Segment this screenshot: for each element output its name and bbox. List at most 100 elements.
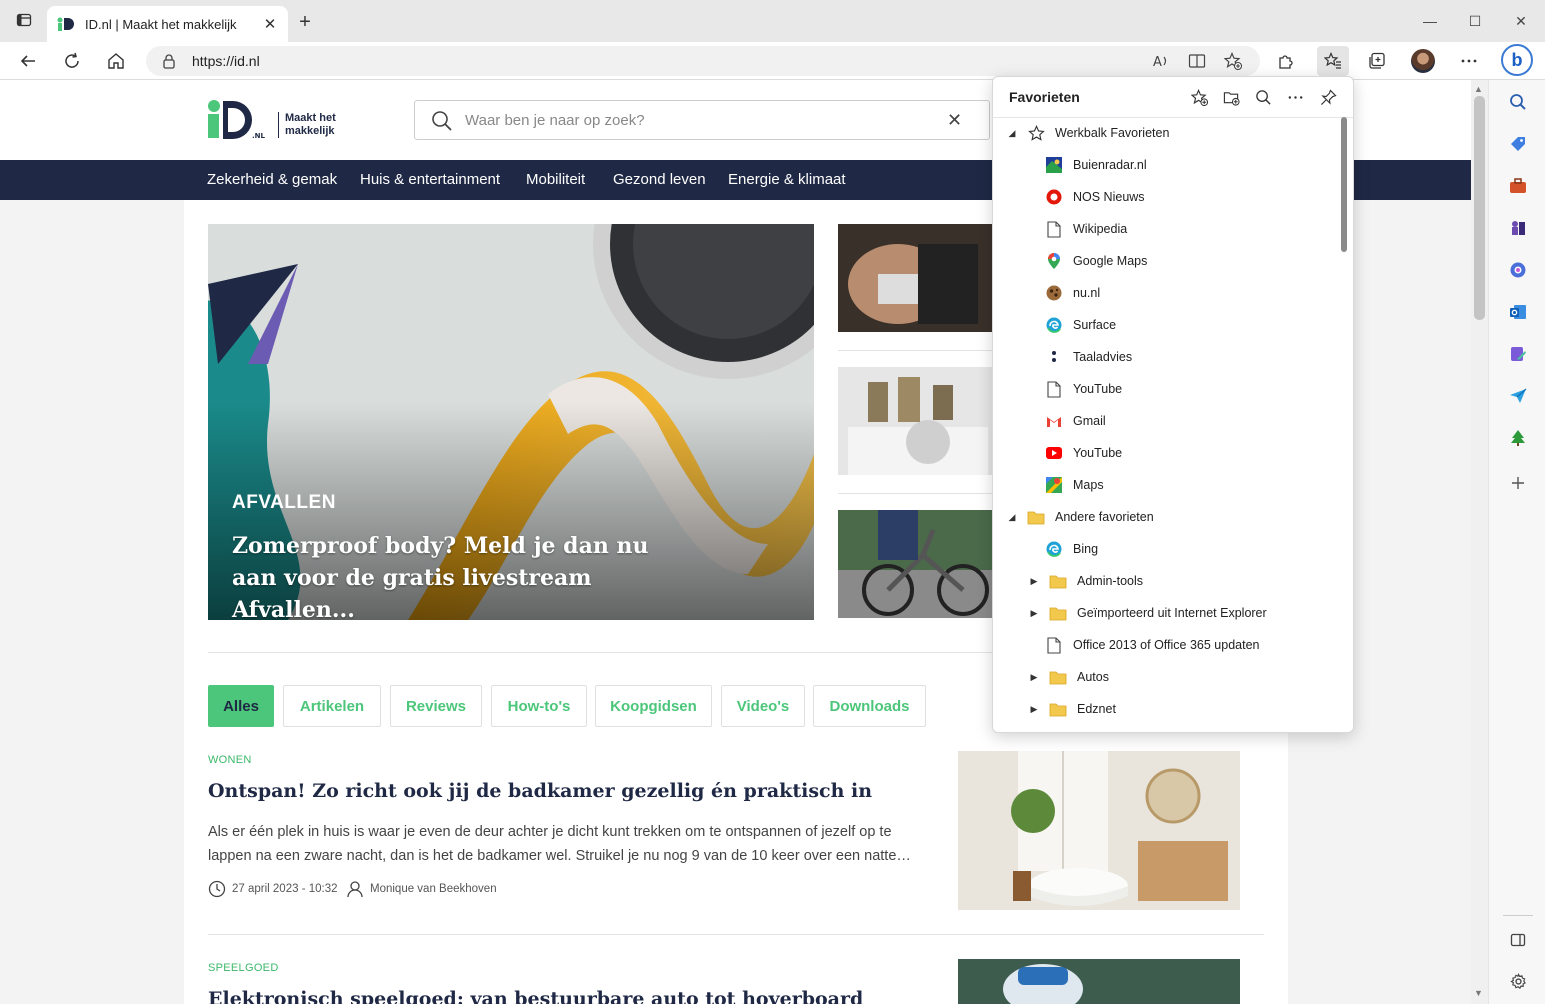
clear-search-icon[interactable]: ✕ <box>947 111 965 129</box>
favorites-icon[interactable] <box>1317 46 1349 76</box>
favorite-item[interactable]: Bing <box>1045 533 1098 565</box>
microsoft-365-icon[interactable] <box>1508 260 1528 280</box>
immersive-reader-icon[interactable] <box>1187 51 1207 71</box>
nav-item-energie[interactable]: Energie & klimaat <box>728 171 846 188</box>
favorite-item[interactable]: Wikipedia <box>1045 213 1127 245</box>
shopping-icon[interactable] <box>1508 134 1528 154</box>
more-options-icon[interactable] <box>1285 87 1305 107</box>
add-favorite-icon[interactable] <box>1223 51 1243 71</box>
article-category[interactable]: SPEELGOED <box>208 962 279 974</box>
favorite-item[interactable]: Office 2013 of Office 365 updaten <box>1045 629 1259 661</box>
add-sidebar-app-icon[interactable] <box>1508 473 1528 493</box>
tools-icon[interactable] <box>1508 176 1528 196</box>
minimize-icon[interactable]: — <box>1421 12 1439 30</box>
scroll-down-icon[interactable]: ▼ <box>1474 988 1483 998</box>
thumb-article-1[interactable] <box>838 224 998 332</box>
expand-arrow-icon[interactable]: ▶ <box>1027 704 1041 715</box>
settings-gear-icon[interactable] <box>1508 971 1528 991</box>
favorite-item[interactable]: YouTube <box>1045 373 1122 405</box>
article-author-text[interactable]: Monique van Beekhoven <box>370 883 497 895</box>
collapse-arrow-icon[interactable]: ◢ <box>1005 512 1019 523</box>
maximize-icon[interactable]: ☐ <box>1466 12 1484 30</box>
site-search[interactable]: Waar ben je naar op zoek? ✕ <box>414 100 990 140</box>
filter-reviews[interactable]: Reviews <box>390 685 482 727</box>
close-window-icon[interactable]: ✕ <box>1512 12 1530 30</box>
sidebar-layout-icon[interactable] <box>1508 930 1528 950</box>
folder-icon <box>1049 668 1067 686</box>
favorite-folder[interactable]: ▶ Admin-tools <box>1027 565 1143 597</box>
browser-tab[interactable]: ID.nl | Maakt het makkelijk ✕ <box>47 6 288 42</box>
search-icon[interactable] <box>1508 92 1528 112</box>
collapse-arrow-icon[interactable]: ◢ <box>1005 128 1019 139</box>
close-tab-icon[interactable]: ✕ <box>262 15 278 33</box>
home-icon[interactable] <box>105 50 127 72</box>
favorites-folder-other[interactable]: ◢ Andere favorieten <box>1005 501 1154 533</box>
article-author[interactable]: Monique van Beekhoven <box>346 880 497 898</box>
thumb-article-2[interactable] <box>838 367 998 475</box>
expand-arrow-icon[interactable]: ▶ <box>1027 576 1041 587</box>
send-icon[interactable] <box>1508 386 1528 406</box>
filter-downloads[interactable]: Downloads <box>813 685 926 727</box>
address-bar[interactable]: https://id.nl A <box>146 46 1260 76</box>
add-favorite-icon[interactable] <box>1189 87 1209 107</box>
search-input[interactable]: Waar ben je naar op zoek? <box>465 112 645 129</box>
nav-item-gezond[interactable]: Gezond leven <box>613 171 706 188</box>
page-scrollbar[interactable]: ▲ ▼ <box>1471 80 1488 1004</box>
filter-videos[interactable]: Video's <box>721 685 805 727</box>
favorite-item[interactable]: Gmail <box>1045 405 1106 437</box>
favorites-scrollbar[interactable] <box>1341 117 1347 252</box>
article-category[interactable]: WONEN <box>208 754 252 766</box>
extensions-icon[interactable] <box>1274 50 1296 72</box>
new-tab-icon[interactable]: + <box>295 12 315 32</box>
favorite-folder[interactable]: ▶ Edznet <box>1027 693 1116 725</box>
idnl-logo[interactable]: .NL Maakt het makkelijk <box>207 98 337 140</box>
favorite-folder[interactable]: ▶ Geïmporteerd uit Internet Explorer <box>1027 597 1267 629</box>
favorite-folder[interactable]: ▶ Autos <box>1027 661 1109 693</box>
article-image[interactable] <box>958 751 1240 910</box>
filter-howtos[interactable]: How-to's <box>491 685 587 727</box>
favorite-item[interactable]: nu.nl <box>1045 277 1100 309</box>
article-title[interactable]: Ontspan! Zo richt ook jij de badkamer ge… <box>208 780 872 802</box>
filter-alles[interactable]: Alles <box>208 685 274 727</box>
collections-icon[interactable] <box>1366 50 1388 72</box>
favorite-item[interactable]: YouTube <box>1045 437 1122 469</box>
tab-actions-icon[interactable] <box>15 12 33 30</box>
nav-item-huis[interactable]: Huis & entertainment <box>360 171 500 188</box>
drop-icon[interactable] <box>1508 344 1528 364</box>
article-image[interactable] <box>958 959 1240 1004</box>
pin-icon[interactable] <box>1318 87 1338 107</box>
favorites-folder-toolbar[interactable]: ◢ Werkbalk Favorieten <box>1005 117 1169 149</box>
bing-icon[interactable]: b <box>1501 44 1533 76</box>
filter-artikelen[interactable]: Artikelen <box>283 685 381 727</box>
games-icon[interactable] <box>1508 218 1528 238</box>
favorite-item[interactable]: Google Maps <box>1045 245 1147 277</box>
filter-koopgidsen[interactable]: Koopgidsen <box>595 685 712 727</box>
outlook-icon[interactable] <box>1508 302 1528 322</box>
search-favorites-icon[interactable] <box>1253 87 1273 107</box>
expand-arrow-icon[interactable]: ▶ <box>1027 608 1041 619</box>
scroll-thumb[interactable] <box>1474 96 1485 320</box>
lock-icon[interactable] <box>162 53 176 69</box>
add-folder-icon[interactable] <box>1221 87 1241 107</box>
scroll-up-icon[interactable]: ▲ <box>1474 84 1483 94</box>
refresh-icon[interactable] <box>61 50 83 72</box>
expand-arrow-icon[interactable]: ▶ <box>1027 672 1041 683</box>
thumb-article-3[interactable] <box>838 510 998 618</box>
more-menu-icon[interactable] <box>1458 50 1480 72</box>
favorite-item[interactable]: Surface <box>1045 309 1116 341</box>
favorite-item[interactable]: NOS Nieuws <box>1045 181 1145 213</box>
tree-icon[interactable] <box>1508 428 1528 448</box>
nav-item-mobiliteit[interactable]: Mobiliteit <box>526 171 585 188</box>
favorite-item[interactable]: Taaladvies <box>1045 341 1132 373</box>
read-aloud-icon[interactable]: A <box>1151 51 1171 71</box>
hero-article[interactable]: AFVALLEN Zomerproof body? Meld je dan nu… <box>208 224 814 620</box>
profile-avatar[interactable] <box>1411 49 1435 73</box>
hero-title[interactable]: Zomerproof body? Meld je dan nu aan voor… <box>232 530 662 620</box>
article-title[interactable]: Elektronisch speelgoed: van bestuurbare … <box>208 988 863 1004</box>
nav-item-zekerheid[interactable]: Zekerheid & gemak <box>207 171 337 188</box>
favorite-item[interactable]: Buienradar.nl <box>1045 149 1147 181</box>
url-text[interactable]: https://id.nl <box>192 53 260 69</box>
search-icon[interactable] <box>431 110 453 132</box>
back-icon[interactable] <box>17 50 39 72</box>
favorite-item[interactable]: Maps <box>1045 469 1104 501</box>
